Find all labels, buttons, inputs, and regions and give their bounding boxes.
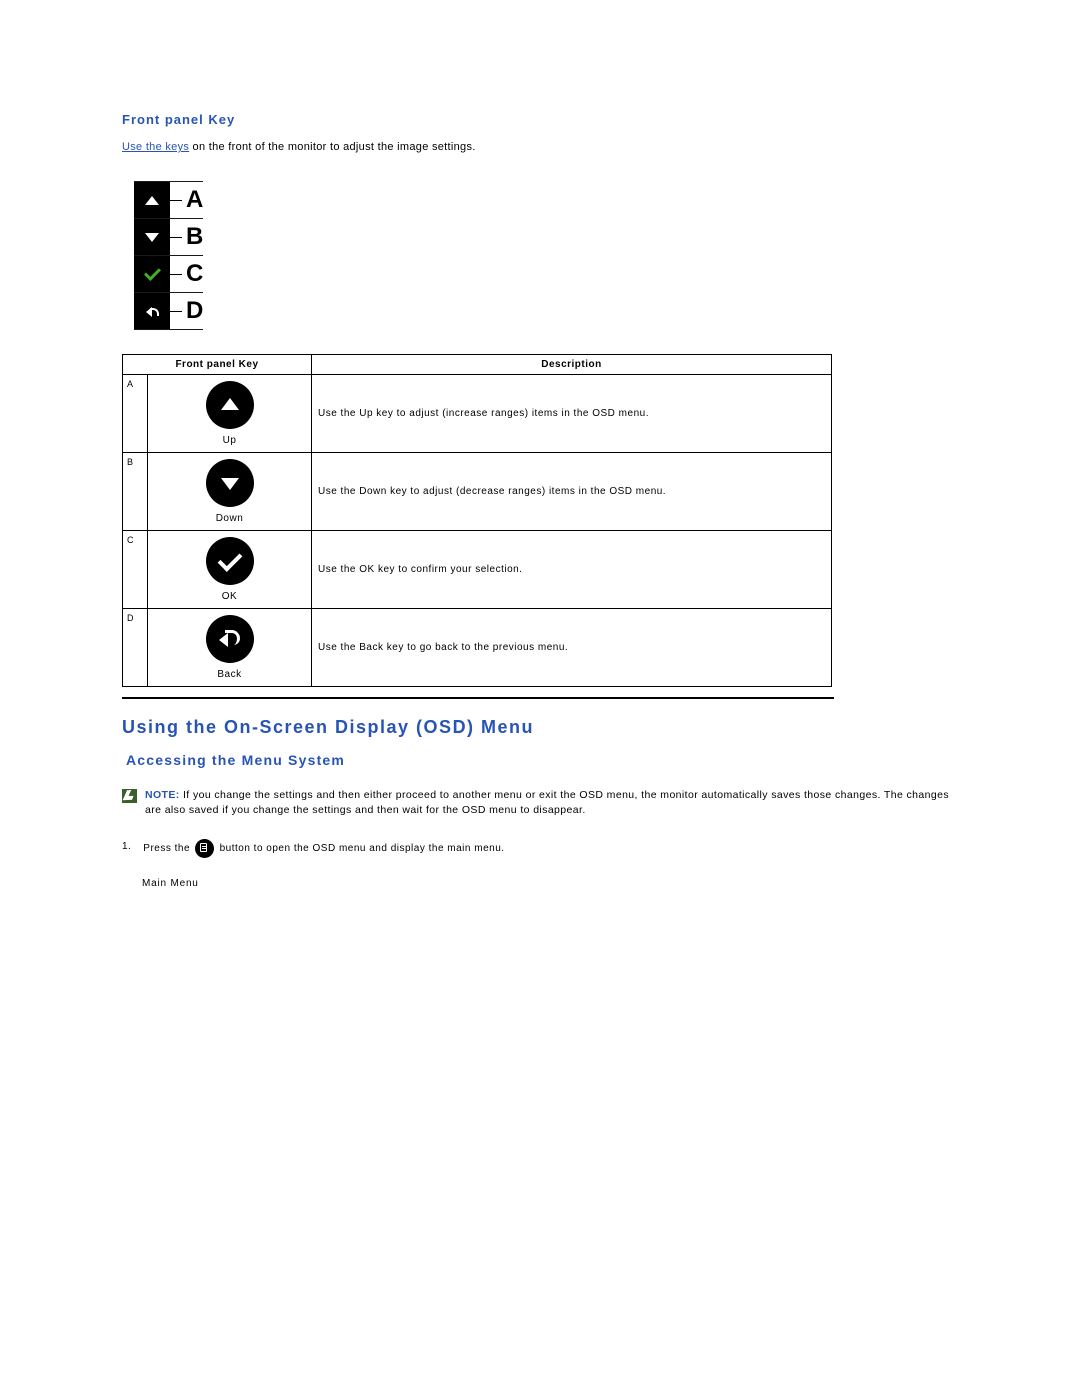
panel-label-a: A (186, 186, 203, 214)
note-icon (122, 789, 137, 803)
down-key-icon (206, 459, 254, 507)
panel-key-down (134, 219, 170, 255)
step-1: 1. Press the button to open the OSD menu… (122, 839, 960, 858)
ok-key-icon (206, 537, 254, 585)
heading-accessing-menu: Accessing the Menu System (126, 752, 960, 768)
key-name: Up (152, 435, 307, 446)
front-panel-illustration: A B C D (134, 181, 203, 330)
panel-label-c: C (186, 260, 203, 288)
table-header-key: Front panel Key (123, 355, 312, 375)
table-row: B Down Use the Down key to adjust (decre… (123, 453, 832, 531)
panel-label-d: D (186, 297, 203, 325)
use-the-keys-link[interactable]: Use the keys (122, 141, 189, 153)
menu-button-icon (195, 839, 214, 858)
key-name: Back (152, 669, 307, 680)
row-idx: D (123, 609, 148, 687)
note-label: NOTE: (145, 789, 180, 801)
note-block: NOTE: If you change the settings and the… (122, 788, 960, 817)
check-icon (144, 264, 161, 281)
chevron-up-icon (145, 196, 159, 205)
key-description: Use the Back key to go back to the previ… (312, 609, 832, 687)
key-description: Use the Down key to adjust (decrease ran… (312, 453, 832, 531)
main-menu-label: Main Menu (142, 878, 960, 889)
row-idx: C (123, 531, 148, 609)
row-idx: A (123, 375, 148, 453)
chevron-up-icon (221, 398, 239, 410)
panel-key-ok (134, 256, 170, 292)
section-divider (122, 697, 834, 699)
step-number: 1. (122, 839, 140, 855)
table-row: A Up Use the Up key to adjust (increase … (123, 375, 832, 453)
check-icon (217, 547, 242, 572)
up-key-icon (206, 381, 254, 429)
table-row: C OK Use the OK key to confirm your sele… (123, 531, 832, 609)
table-row: D Back Use the Back key to go back to th… (123, 609, 832, 687)
chevron-down-icon (145, 233, 159, 242)
step-text-pre: Press the (143, 844, 193, 855)
key-description: Use the OK key to confirm your selection… (312, 531, 832, 609)
key-description: Use the Up key to adjust (increase range… (312, 375, 832, 453)
panel-key-up (134, 182, 170, 218)
intro-text: Use the keys on the front of the monitor… (122, 141, 960, 153)
row-idx: B (123, 453, 148, 531)
back-arrow-icon (146, 306, 159, 317)
step-text-post: button to open the OSD menu and display … (220, 844, 505, 855)
key-name: Down (152, 513, 307, 524)
intro-rest: on the front of the monitor to adjust th… (189, 141, 475, 153)
back-key-icon (206, 615, 254, 663)
table-header-description: Description (312, 355, 832, 375)
panel-label-b: B (186, 223, 203, 251)
chevron-down-icon (221, 478, 239, 490)
front-panel-key-table: Front panel Key Description A Up Use the… (122, 354, 832, 687)
key-name: OK (152, 591, 307, 602)
panel-key-back (134, 293, 170, 329)
heading-osd-menu: Using the On-Screen Display (OSD) Menu (122, 717, 960, 738)
section-title-front-panel: Front panel Key (122, 112, 960, 127)
back-arrow-icon (219, 630, 241, 648)
note-text: If you change the settings and then eith… (145, 789, 949, 816)
